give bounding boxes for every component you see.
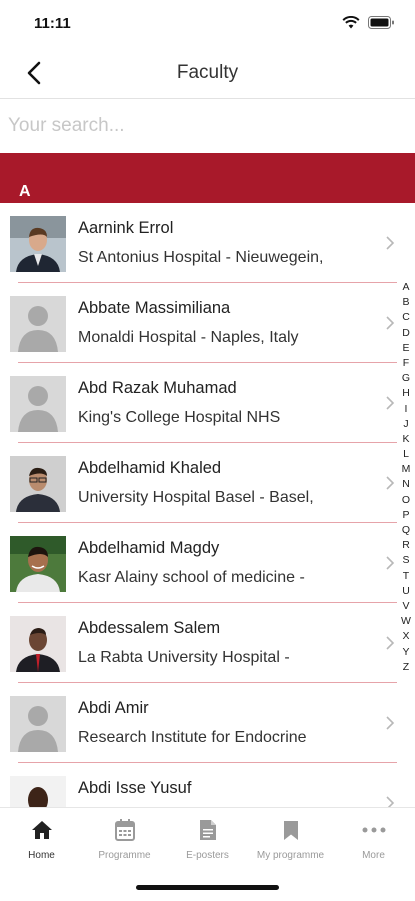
tab-e-posters[interactable]: E-posters xyxy=(166,818,249,861)
faculty-photo xyxy=(10,216,66,272)
section-letter: A xyxy=(19,183,31,200)
chevron-right-icon xyxy=(386,316,395,330)
page-title: Faculty xyxy=(176,62,239,83)
index-letter[interactable]: V xyxy=(397,599,415,614)
faculty-row[interactable]: Abdi Amir Research Institute for Endocri… xyxy=(0,683,415,763)
home-indicator[interactable] xyxy=(136,885,279,890)
more-icon xyxy=(362,827,385,833)
status-icons xyxy=(342,16,395,29)
faculty-organization: Kasr Alainy school of medicine - xyxy=(78,569,305,586)
tab-home[interactable]: Home xyxy=(0,818,83,861)
document-icon xyxy=(199,820,216,840)
index-letter[interactable]: H xyxy=(397,386,415,401)
bookmark-icon xyxy=(283,820,298,840)
index-letter[interactable]: K xyxy=(397,432,415,447)
index-letter[interactable]: O xyxy=(397,493,415,508)
faculty-organization: University Hospital Basel - Basel, xyxy=(78,489,314,506)
faculty-photo xyxy=(10,536,66,592)
faculty-name: Abdi Isse Yusuf xyxy=(78,779,192,797)
index-letter[interactable]: A xyxy=(397,280,415,295)
tab-label: More xyxy=(362,850,385,861)
chevron-right-icon xyxy=(386,236,395,250)
chevron-right-icon xyxy=(386,396,395,410)
status-bar: 11:11 xyxy=(0,0,415,48)
search-input[interactable] xyxy=(0,99,388,153)
index-letter[interactable]: F xyxy=(397,356,415,371)
index-letter[interactable]: Q xyxy=(397,523,415,538)
index-letter[interactable]: N xyxy=(397,477,415,492)
index-letter[interactable]: J xyxy=(397,417,415,432)
faculty-row[interactable]: Abdi Isse Yusuf xyxy=(0,763,415,807)
index-letter[interactable]: T xyxy=(397,569,415,584)
faculty-list: Aarnink Errol St Antonius Hospital - Nie… xyxy=(0,203,415,807)
faculty-photo xyxy=(10,456,66,512)
tab-label: Programme xyxy=(98,850,151,861)
chevron-right-icon xyxy=(386,636,395,650)
index-letter[interactable]: P xyxy=(397,508,415,523)
index-letter[interactable]: W xyxy=(397,614,415,629)
index-letter[interactable]: Y xyxy=(397,645,415,660)
faculty-organization: St Antonius Hospital - Nieuwegein, xyxy=(78,249,324,266)
faculty-name: Abd Razak Muhamad xyxy=(78,379,237,397)
index-letter[interactable]: E xyxy=(397,341,415,356)
calendar-icon xyxy=(114,819,135,841)
index-letter[interactable]: X xyxy=(397,629,415,644)
home-icon xyxy=(31,821,52,839)
index-letter[interactable]: I xyxy=(397,402,415,417)
chevron-right-icon xyxy=(386,796,395,807)
section-header: A xyxy=(0,153,415,203)
faculty-organization: La Rabta University Hospital - xyxy=(78,649,290,666)
faculty-row[interactable]: Abbate Massimiliana Monaldi Hospital - N… xyxy=(0,283,415,363)
tab-label: Home xyxy=(28,850,55,861)
tab-label: My programme xyxy=(256,850,325,861)
status-time: 11:11 xyxy=(34,15,71,32)
faculty-name: Abdi Amir xyxy=(78,699,149,717)
index-letter[interactable]: G xyxy=(397,371,415,386)
index-letter[interactable]: D xyxy=(397,326,415,341)
faculty-photo xyxy=(10,776,66,807)
faculty-organization: Monaldi Hospital - Naples, Italy xyxy=(78,329,299,346)
chevron-right-icon xyxy=(386,716,395,730)
tab-label: E-posters xyxy=(186,850,229,861)
index-letter[interactable]: M xyxy=(397,462,415,477)
faculty-organization: King's College Hospital NHS xyxy=(78,409,281,426)
faculty-row[interactable]: Abd Razak Muhamad King's College Hospita… xyxy=(0,363,415,443)
index-letter[interactable]: Z xyxy=(397,660,415,675)
placeholder-avatar-icon xyxy=(10,696,66,752)
chevron-right-icon xyxy=(386,476,395,490)
index-letter[interactable]: C xyxy=(397,310,415,325)
nav-bar: Faculty xyxy=(0,48,415,99)
index-letter[interactable]: B xyxy=(397,295,415,310)
index-letter[interactable]: S xyxy=(397,553,415,568)
tab-my-programme[interactable]: My programme xyxy=(249,818,332,861)
faculty-row[interactable]: Abdessalem Salem La Rabta University Hos… xyxy=(0,603,415,683)
index-letter[interactable]: R xyxy=(397,538,415,553)
search-bar xyxy=(0,99,415,153)
tab-more[interactable]: More xyxy=(332,818,415,861)
tab-programme[interactable]: Programme xyxy=(83,818,166,861)
faculty-name: Abdelhamid Magdy xyxy=(78,539,220,557)
chevron-right-icon xyxy=(386,556,395,570)
index-letter[interactable]: L xyxy=(397,447,415,462)
faculty-row[interactable]: Abdelhamid Magdy Kasr Alainy school of m… xyxy=(0,523,415,603)
wifi-icon xyxy=(342,16,360,29)
faculty-name: Abdessalem Salem xyxy=(78,619,221,637)
faculty-row[interactable]: Aarnink Errol St Antonius Hospital - Nie… xyxy=(0,203,415,283)
faculty-name: Aarnink Errol xyxy=(78,219,174,237)
placeholder-avatar-icon xyxy=(10,376,66,432)
battery-icon xyxy=(368,16,394,29)
index-letter[interactable]: U xyxy=(397,584,415,599)
faculty-name: Abdelhamid Khaled xyxy=(78,459,222,477)
faculty-name: Abbate Massimiliana xyxy=(78,299,231,317)
alphabet-index: A B C D E F G H I J K L M N O P Q R S T … xyxy=(397,280,415,675)
faculty-organization: Research Institute for Endocrine xyxy=(78,729,307,746)
faculty-photo xyxy=(10,616,66,672)
faculty-row[interactable]: Abdelhamid Khaled University Hospital Ba… xyxy=(0,443,415,523)
placeholder-avatar-icon xyxy=(10,296,66,352)
